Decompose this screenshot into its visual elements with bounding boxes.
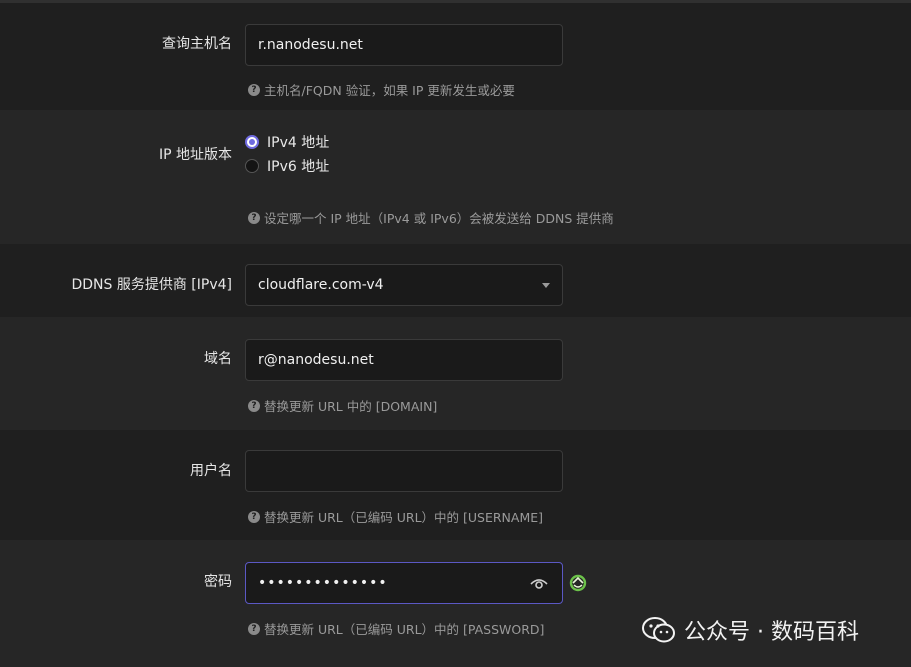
domain-input[interactable] (245, 339, 563, 381)
password-section: 密码 •••••••••••••• ? 替换更新 URL（已编码 URL）中的 … (0, 540, 911, 667)
question-circle-icon: ? (248, 211, 260, 224)
radio-ipv6-control[interactable] (245, 159, 259, 173)
radio-ipv4[interactable]: IPv4 地址 (245, 132, 329, 152)
domain-label: 域名 (204, 351, 232, 367)
provider-label: DDNS 服务提供商 [IPv4] (71, 277, 232, 293)
hostname-hint: ? 主机名/FQDN 验证，如果 IP 更新发生或必要 (248, 80, 515, 99)
password-input[interactable]: •••••••••••••• (245, 562, 563, 604)
provider-select[interactable]: cloudflare.com-v4 (245, 264, 563, 306)
question-circle-icon: ? (248, 510, 260, 523)
domain-hint: ? 替换更新 URL 中的 [DOMAIN] (248, 396, 437, 415)
username-input[interactable] (245, 450, 563, 492)
hostname-section: 查询主机名 ? 主机名/FQDN 验证，如果 IP 更新发生或必要 (0, 3, 911, 110)
question-circle-icon: ? (248, 399, 260, 412)
watermark-text: 公众号 · 数码百科 (684, 620, 859, 645)
username-section: 用户名 ? 替换更新 URL（已编码 URL）中的 [USERNAME] (0, 430, 911, 540)
ip-version-label: IP 地址版本 (158, 147, 232, 163)
username-label: 用户名 (190, 463, 232, 479)
username-hint: ? 替换更新 URL（已编码 URL）中的 [USERNAME] (248, 507, 543, 526)
domain-section: 域名 ? 替换更新 URL 中的 [DOMAIN] (0, 317, 911, 430)
wechat-logo-icon (642, 617, 675, 643)
chevron-down-icon (542, 283, 550, 288)
password-label: 密码 (204, 574, 232, 590)
watermark: 公众号 · 数码百科 (642, 614, 859, 646)
question-circle-icon: ? (248, 83, 260, 96)
eye-icon[interactable] (530, 576, 548, 590)
refresh-icon[interactable] (569, 574, 587, 592)
hostname-label: 查询主机名 (162, 36, 232, 52)
ip-version-section: IP 地址版本 IPv4 地址 IPv6 地址 ? 设定哪一个 IP 地址（IP… (0, 110, 911, 244)
hostname-input[interactable] (245, 24, 563, 66)
radio-ipv4-control[interactable] (245, 135, 259, 149)
question-circle-icon: ? (248, 622, 260, 635)
radio-ipv6[interactable]: IPv6 地址 (245, 156, 329, 176)
provider-section: DDNS 服务提供商 [IPv4] cloudflare.com-v4 (0, 244, 911, 317)
ip-version-hint: ? 设定哪一个 IP 地址（IPv4 或 IPv6）会被发送给 DDNS 提供商 (248, 208, 614, 227)
password-hint: ? 替换更新 URL（已编码 URL）中的 [PASSWORD] (248, 619, 544, 638)
